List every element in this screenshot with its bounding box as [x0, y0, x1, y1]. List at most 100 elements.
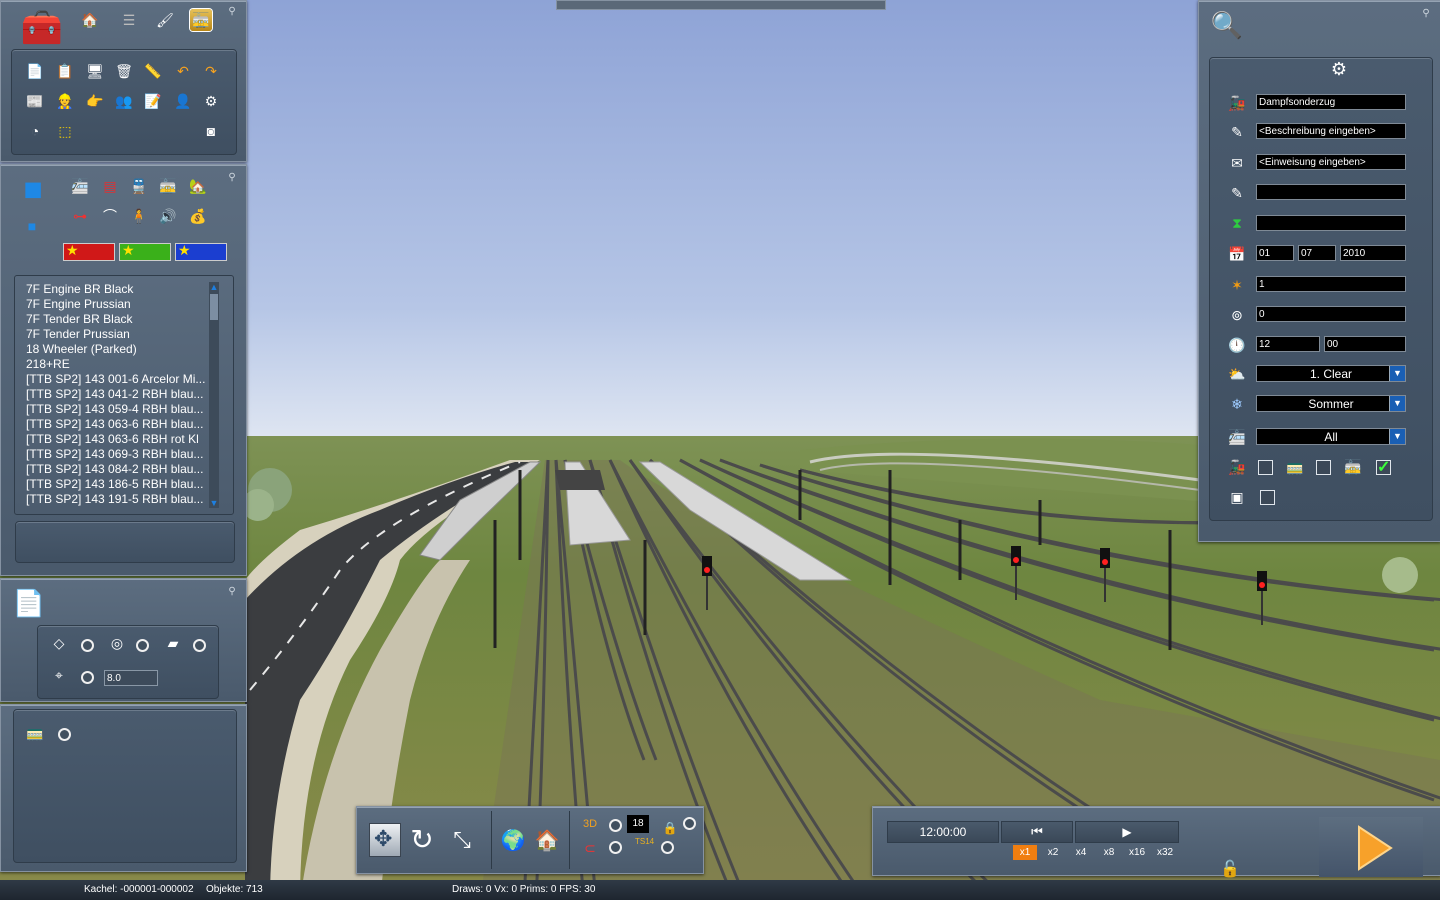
- list-item[interactable]: [TTB SP2] 143 063-6 RBH rot Kl: [26, 432, 208, 447]
- driver-icon[interactable]: 👷: [54, 90, 76, 112]
- list-item[interactable]: 7F Engine Prussian: [26, 297, 208, 312]
- undo-icon[interactable]: ↶: [172, 60, 194, 82]
- date-month-field[interactable]: 07: [1298, 245, 1336, 261]
- list-item[interactable]: [TTB SP2] 143 186-5 RBH blau...: [26, 477, 208, 492]
- description-field[interactable]: <Beschreibung eingeben>: [1256, 123, 1406, 139]
- list-item[interactable]: [TTB SP2] 143 001-6 Arcelor Mi...: [26, 372, 208, 387]
- goods-icon[interactable]: 💰: [187, 205, 209, 227]
- layer-icon[interactable]: ◇: [48, 632, 70, 654]
- resize-icon[interactable]: ⤡: [447, 825, 477, 855]
- select-area-icon[interactable]: ⬚: [54, 120, 76, 142]
- instructions-icon[interactable]: 📝: [142, 90, 164, 112]
- author-field[interactable]: [1256, 184, 1406, 200]
- paste-icon[interactable]: 📋: [54, 60, 76, 82]
- copy-icon[interactable]: 📄: [24, 60, 46, 82]
- pin-icon[interactable]: ⚲: [227, 173, 237, 183]
- layer-radio-2[interactable]: [136, 639, 149, 652]
- fullscreen-button[interactable]: ✥: [369, 823, 401, 857]
- date-year-field[interactable]: 2010: [1340, 245, 1406, 261]
- tool-radio-4[interactable]: [661, 841, 674, 854]
- start-hour-field[interactable]: 12: [1256, 336, 1320, 352]
- scroll-up-icon[interactable]: ▲: [209, 282, 219, 292]
- rotate-icon[interactable]: ↻: [407, 825, 437, 855]
- speed-x4-button[interactable]: x4: [1069, 845, 1093, 860]
- tool-radio-1[interactable]: [609, 819, 622, 832]
- filter-blue-button[interactable]: ★: [175, 242, 227, 261]
- list-item[interactable]: 7F Tender BR Black: [26, 312, 208, 327]
- sound-icon[interactable]: 🔊: [157, 205, 179, 227]
- cube-icon[interactable]: ■: [13, 169, 53, 209]
- passengers-icon[interactable]: 👥: [113, 90, 135, 112]
- scroll-down-icon[interactable]: ▼: [209, 498, 219, 508]
- top-center-tab[interactable]: [556, 0, 886, 10]
- target-icon[interactable]: ◎: [106, 632, 128, 654]
- date-day-field[interactable]: 01: [1256, 245, 1294, 261]
- settings-doc-icon[interactable]: ⚙: [200, 90, 222, 112]
- add-driver-icon[interactable]: 👤: [172, 90, 194, 112]
- chevron-down-icon[interactable]: ▼: [1389, 366, 1405, 381]
- train-editor-icon[interactable]: 🚋: [190, 9, 212, 31]
- driver-icon[interactable]: 🚃: [24, 722, 46, 744]
- rating-field[interactable]: 1: [1256, 276, 1406, 292]
- unlock-icon[interactable]: 🔓: [1219, 859, 1241, 881]
- list-item[interactable]: 218+RE: [26, 357, 208, 372]
- home-icon[interactable]: 🏠: [79, 9, 101, 31]
- layer-radio-4[interactable]: [81, 671, 94, 684]
- speed-x32-button[interactable]: x32: [1153, 845, 1177, 860]
- season-select[interactable]: Sommer ▼: [1256, 395, 1406, 412]
- chevron-down-icon[interactable]: ▼: [1389, 396, 1405, 411]
- document-icon[interactable]: 📄: [11, 585, 47, 621]
- pin-icon[interactable]: ⚲: [1421, 9, 1431, 19]
- person-icon[interactable]: 🧍: [128, 205, 150, 227]
- layer-value-field[interactable]: 8.0: [104, 670, 158, 686]
- list-item[interactable]: [TTB SP2] 143 041-2 RBH blau...: [26, 387, 208, 402]
- magnet-icon[interactable]: ⊂: [579, 837, 601, 859]
- lock-icon[interactable]: 🔒: [659, 817, 681, 839]
- start-location-field[interactable]: [1256, 215, 1406, 231]
- loco-icon[interactable]: 🚈: [69, 175, 91, 197]
- small-cube-icon[interactable]: ■: [21, 215, 43, 237]
- scroll-thumb[interactable]: [210, 294, 218, 320]
- house-tree-icon[interactable]: 🏡: [187, 175, 209, 197]
- delete-icon[interactable]: 🗑: [113, 60, 135, 82]
- list-item[interactable]: [TTB SP2] 143 059-4 RBH blau...: [26, 402, 208, 417]
- rewind-button[interactable]: ⏮: [1001, 821, 1073, 843]
- magnifier-icon[interactable]: 🔍: [1209, 7, 1245, 43]
- scrollbar[interactable]: ▲ ▼: [209, 282, 219, 508]
- list-item[interactable]: [TTB SP2] 143 084-2 RBH blau...: [26, 462, 208, 477]
- clock-icon[interactable]: ◔: [24, 120, 46, 142]
- briefing-field[interactable]: <Einweisung eingeben>: [1256, 154, 1406, 170]
- filter-green-button[interactable]: ★: [119, 242, 171, 261]
- speed-x16-button[interactable]: x16: [1125, 845, 1149, 860]
- tram-icon[interactable]: 🚋: [157, 175, 179, 197]
- globe-icon[interactable]: 🌍: [499, 827, 527, 855]
- 3d-tool-icon[interactable]: 3D: [579, 813, 601, 835]
- list-item[interactable]: 18 Wheeler (Parked): [26, 342, 208, 357]
- filter-check-1[interactable]: [1258, 460, 1273, 475]
- list-item[interactable]: [TTB SP2] 143 191-5 RBH blau...: [26, 492, 208, 507]
- speed-x8-button[interactable]: x8: [1097, 845, 1121, 860]
- pointer-icon[interactable]: 👉: [84, 90, 106, 112]
- settings-icon[interactable]: ⚙: [1328, 58, 1350, 80]
- grid-icon[interactable]: ⌖: [48, 664, 70, 686]
- list-item[interactable]: 7F Engine BR Black: [26, 282, 208, 297]
- duration-field[interactable]: 0: [1256, 306, 1406, 322]
- brush-icon[interactable]: 🖌: [154, 9, 176, 31]
- wagon-icon[interactable]: ▤: [99, 175, 121, 197]
- signal-icon[interactable]: ⊶: [69, 205, 91, 227]
- crate-icon[interactable]: ▰: [162, 632, 184, 654]
- speed-x2-button[interactable]: x2: [1041, 845, 1065, 860]
- train-front-icon[interactable]: 🚆: [128, 175, 150, 197]
- tool-radio-2[interactable]: [683, 817, 696, 830]
- camera-icon[interactable]: ◙: [200, 120, 222, 142]
- tool-radio-3[interactable]: [609, 841, 622, 854]
- layer-radio-3[interactable]: [193, 639, 206, 652]
- weather-select[interactable]: 1. Clear ▼: [1256, 365, 1406, 382]
- scenario-name-field[interactable]: Dampfsonderzug: [1256, 94, 1406, 110]
- driver-radio[interactable]: [58, 728, 71, 741]
- filter-check-3[interactable]: [1376, 457, 1391, 477]
- play-small-button[interactable]: ▶: [1075, 821, 1179, 843]
- track-icon[interactable]: ☰: [118, 9, 140, 31]
- layer-radio-1[interactable]: [81, 639, 94, 652]
- chevron-down-icon[interactable]: ▼: [1389, 429, 1405, 444]
